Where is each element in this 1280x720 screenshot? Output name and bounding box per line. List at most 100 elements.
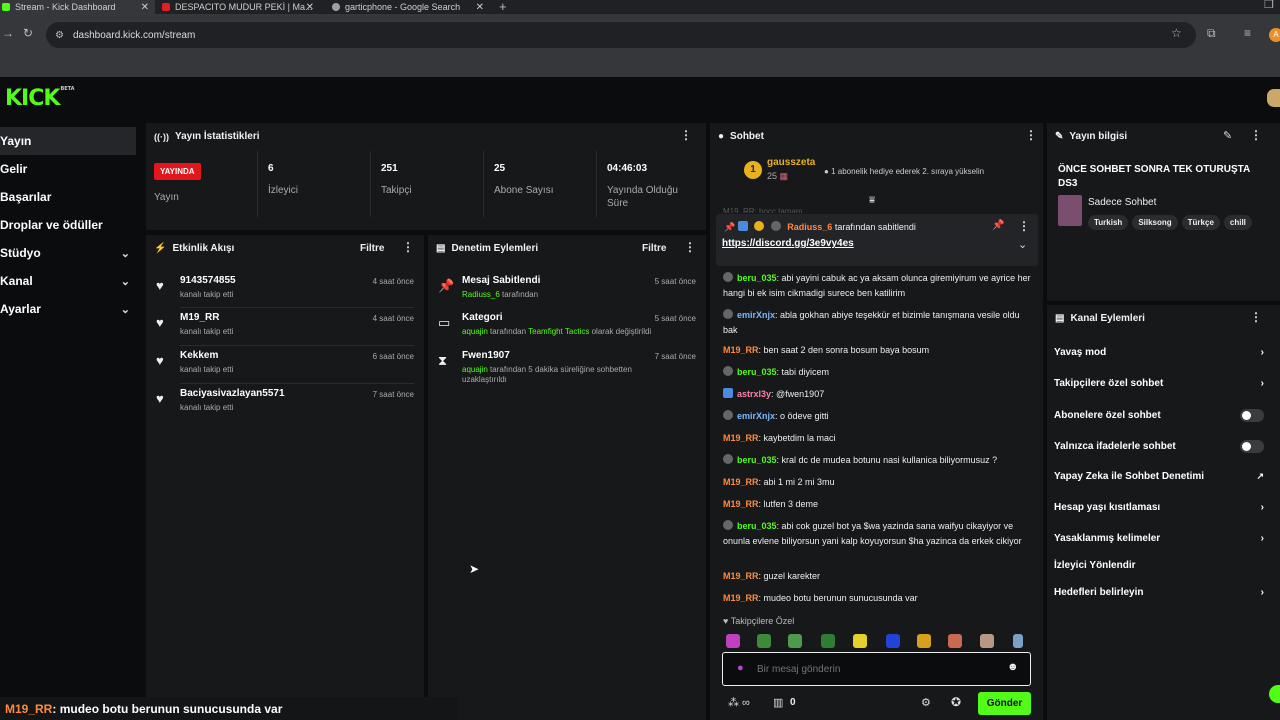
chevron-down-icon[interactable]: ⌄ (1018, 238, 1027, 251)
slow-mode-setting[interactable]: Yavaş mod › (1054, 347, 1264, 358)
site-settings-icon[interactable]: ⚙ (55, 30, 64, 41)
emote-icon[interactable] (853, 634, 867, 648)
more-options-icon[interactable]: ⋮ (1250, 310, 1262, 324)
mod-tools-icon[interactable]: ✪ (951, 695, 961, 709)
chat-settings-icon[interactable]: ⚙ (921, 696, 931, 709)
more-options-icon[interactable]: ⋮ (402, 240, 414, 254)
heart-icon: ♥ (723, 616, 729, 626)
set-goals-setting[interactable]: Hedefleri belirleyin › (1054, 587, 1264, 598)
stream-tag[interactable]: Silksong (1132, 215, 1178, 230)
chat-username[interactable]: M19_RR (723, 433, 759, 443)
emote-icon[interactable] (788, 634, 802, 648)
emote-icon[interactable] (917, 634, 931, 648)
more-options-icon[interactable]: ⋮ (684, 240, 696, 254)
host-viewers-setting[interactable]: İzleyici Yönlendir (1054, 560, 1264, 571)
pinned-by-user[interactable]: Radiuss_6 (787, 222, 832, 232)
chat-username[interactable]: M19_RR (723, 593, 759, 603)
category-thumbnail[interactable] (1058, 195, 1082, 226)
emotes-only-toggle[interactable] (1240, 440, 1264, 453)
more-options-icon[interactable]: ⋮ (680, 128, 692, 142)
moderator-name[interactable]: Radiuss_6 (462, 290, 500, 299)
window-restore-icon[interactable]: ❐ (1264, 0, 1274, 11)
sidebar-item-kanal[interactable]: Kanal ⌄ (0, 267, 136, 295)
chevron-right-icon: › (1260, 533, 1264, 544)
help-fab[interactable] (1269, 685, 1280, 703)
community-icon[interactable]: ⁂ ∞ (728, 696, 750, 709)
browser-tab-kick-dashboard[interactable]: Stream - Kick Dashboard ✕ (0, 0, 155, 14)
sidebar-item-studyo[interactable]: Stüdyo ⌄ (0, 239, 136, 267)
chat-username[interactable]: M19_RR (723, 477, 759, 487)
pinned-link[interactable]: https://discord.gg/3e9vy4es (722, 238, 854, 249)
chat-username[interactable]: M19_RR (723, 571, 759, 581)
unpin-icon[interactable]: 📌 (992, 220, 1004, 231)
emoji-picker-icon[interactable]: ☻ (1007, 661, 1019, 673)
event-user[interactable]: Baciyasivazlayan5571 (180, 388, 285, 399)
sidebar-item-ayarlar[interactable]: Ayarlar ⌄ (0, 295, 136, 323)
chat-username[interactable]: emirXnjx (737, 411, 775, 421)
emote-icon[interactable] (948, 634, 962, 648)
sidebar-item-droplar[interactable]: Droplar ve ödüller (0, 211, 136, 239)
filter-button[interactable]: Filtre (642, 243, 666, 254)
emote-icon[interactable] (821, 634, 835, 648)
chat-username[interactable]: beru_035 (737, 521, 777, 531)
sidebar-item-basarilar[interactable]: Başarılar (0, 183, 136, 211)
moderator-name[interactable]: aquajin (462, 327, 488, 336)
kick-logo[interactable]: KICKBETA (5, 86, 75, 111)
more-options-icon[interactable]: ⋮ (1018, 219, 1030, 233)
points-icon[interactable]: ▥ (773, 696, 783, 709)
bookmark-star-icon[interactable]: ☆ (1171, 26, 1182, 40)
send-button[interactable]: Gönder (978, 692, 1031, 715)
sidebar-item-yayin[interactable]: Yayın (0, 127, 136, 155)
event-user[interactable]: M19_RR (180, 312, 219, 323)
collapse-icon[interactable]: ⩸ (869, 195, 875, 206)
followers-only-setting[interactable]: Takipçilere özel sohbet › (1054, 378, 1264, 389)
filter-button[interactable]: Filtre (360, 243, 384, 254)
extensions-icon[interactable]: ⧉ (1207, 26, 1216, 41)
emote-icon[interactable] (980, 634, 994, 648)
chat-username[interactable]: emirXnjx (737, 310, 775, 320)
chat-username[interactable]: beru_035 (737, 455, 777, 465)
emote-icon[interactable] (886, 634, 900, 648)
banned-words-setting[interactable]: Yasaklanmış kelimeler › (1054, 533, 1264, 544)
edit-icon[interactable]: ✎ (1223, 129, 1232, 142)
emote-icon[interactable] (1013, 634, 1023, 648)
chat-username[interactable]: M19_RR (723, 345, 759, 355)
chat-username[interactable]: beru_035 (737, 367, 777, 377)
close-tab-icon[interactable]: ✕ (476, 2, 484, 13)
forward-icon[interactable]: → (2, 26, 14, 40)
close-tab-icon[interactable]: ✕ (306, 2, 314, 13)
stat-label: Abone Sayısı (494, 185, 554, 196)
profile-avatar-icon[interactable]: A (1269, 28, 1280, 42)
event-user[interactable]: Kekkem (180, 350, 218, 361)
subscribers-only-toggle[interactable] (1240, 409, 1264, 422)
account-age-setting[interactable]: Hesap yaşı kısıtlaması › (1054, 502, 1264, 513)
sidebar-item-gelir[interactable]: Gelir (0, 155, 136, 183)
event-user[interactable]: 9143574855 (180, 275, 236, 286)
media-control-icon[interactable]: ≡ (1244, 26, 1251, 40)
more-options-icon[interactable]: ⋮ (1250, 128, 1262, 142)
stream-tag[interactable]: Türkçe (1181, 215, 1220, 230)
emote-icon[interactable] (757, 634, 771, 648)
stream-tag[interactable]: chill (1223, 215, 1252, 230)
chat-username[interactable]: M19_RR (723, 499, 759, 509)
event-title[interactable]: Fwen1907 (462, 350, 510, 361)
chat-username[interactable]: astrxl3y (737, 389, 771, 399)
more-options-icon[interactable]: ⋮ (1025, 128, 1037, 142)
chat-input[interactable] (757, 661, 997, 677)
browser-tab-google[interactable]: garticphone - Google Search ✕ (330, 0, 490, 14)
category-name[interactable]: Teamfight Tactics (528, 327, 589, 336)
emote-icon[interactable] (726, 634, 740, 648)
microphone-icon[interactable]: ● (737, 662, 744, 674)
category-name[interactable]: Sadece Sohbet (1088, 197, 1156, 208)
browser-tab-youtube[interactable]: DESPACITO MUDUR PEKİ | Ma... ✕ (160, 0, 320, 14)
stream-tag[interactable]: Turkish (1088, 215, 1129, 230)
top-gifter-name[interactable]: gausszeta (767, 157, 815, 168)
user-avatar[interactable] (1267, 89, 1280, 107)
chat-username[interactable]: beru_035 (737, 273, 777, 283)
reload-icon[interactable]: ↻ (23, 26, 33, 40)
new-tab-icon[interactable]: + (499, 0, 507, 14)
moderator-name[interactable]: aquajin (462, 365, 488, 374)
ai-moderation-setting[interactable]: Yapay Zeka ile Sohbet Denetimi ↗ (1054, 471, 1264, 482)
url-field[interactable]: ⚙ dashboard.kick.com/stream (46, 22, 1196, 48)
close-tab-icon[interactable]: ✕ (141, 2, 149, 13)
